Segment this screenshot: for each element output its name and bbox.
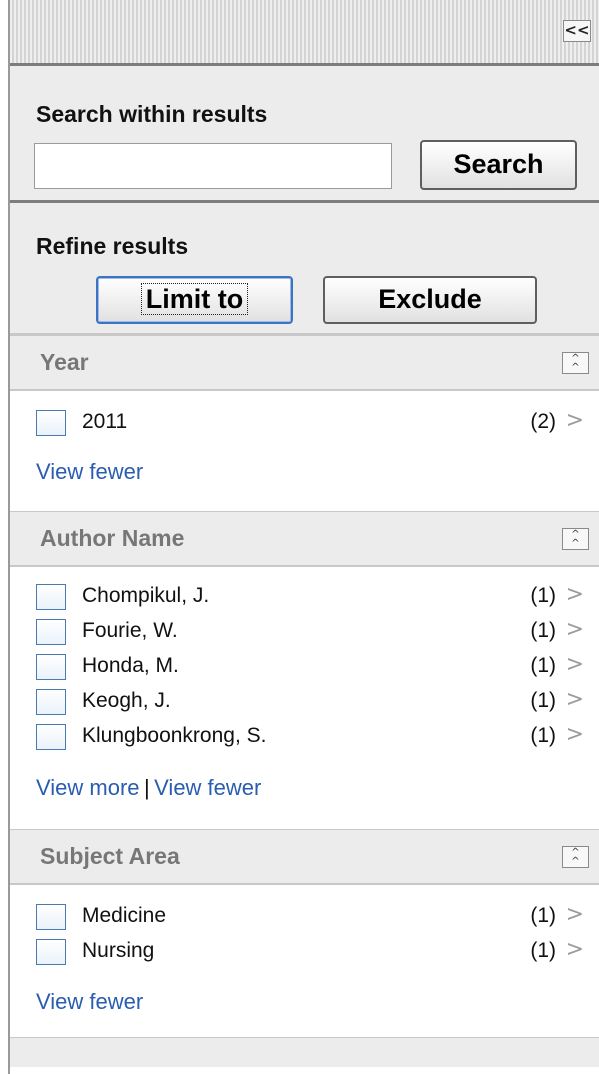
checkbox[interactable] [36, 410, 66, 436]
facet-item-label: Chompikul, J. [82, 584, 210, 607]
view-more-link[interactable]: View more [36, 775, 140, 800]
author-links: View more | View fewer [36, 775, 261, 801]
facet-item-label: Fourie, W. [82, 619, 178, 642]
view-fewer-link[interactable]: View fewer [154, 775, 261, 800]
facet-title-subject: Subject Area [40, 843, 180, 869]
facet-item-subject[interactable]: Nursing (1) > [36, 936, 586, 968]
search-within-title: Search within results [36, 101, 268, 127]
facet-item-2011[interactable]: 2011 (2) > [36, 407, 586, 439]
facet-item-label: 2011 [82, 410, 128, 433]
chevron-right-icon[interactable]: > [566, 408, 584, 433]
facet-item-count: (1) [530, 724, 556, 747]
checkbox[interactable] [36, 724, 66, 750]
checkbox[interactable] [36, 654, 66, 680]
collapse-panel-button[interactable]: << [563, 20, 591, 42]
chevron-right-icon[interactable]: > [566, 652, 584, 677]
facet-body-year: 2011 (2) > View fewer [10, 391, 599, 511]
refine-results-title: Refine results [36, 233, 189, 259]
search-button[interactable]: Search [420, 140, 577, 190]
checkbox[interactable] [36, 619, 66, 645]
checkbox[interactable] [36, 584, 66, 610]
facet-item-subject[interactable]: Medicine (1) > [36, 901, 586, 933]
facet-item-label: Keogh, J. [82, 689, 171, 712]
view-fewer-link[interactable]: View fewer [36, 989, 143, 1014]
link-separator: | [143, 775, 150, 800]
double-chevron-up-icon[interactable]: ^ ^ [562, 528, 589, 550]
facet-item-label: Medicine [82, 904, 167, 927]
search-within-input[interactable] [34, 143, 392, 189]
facet-body-subject: Medicine (1) > Nursing (1) > View fewer [10, 885, 599, 1037]
facet-item-label: Honda, M. [82, 654, 179, 677]
facet-item-author[interactable]: Fourie, W. (1) > [36, 616, 586, 648]
checkbox[interactable] [36, 904, 66, 930]
facet-item-author[interactable]: Chompikul, J. (1) > [36, 581, 586, 613]
double-chevron-up-icon[interactable]: ^ ^ [562, 846, 589, 868]
limit-to-button[interactable]: Limit to [96, 276, 293, 324]
refine-results-section: Refine results Limit to Exclude [10, 203, 599, 335]
checkbox[interactable] [36, 689, 66, 715]
facet-item-count: (2) [530, 410, 556, 433]
chevron-right-icon[interactable]: > [566, 722, 584, 747]
facet-item-label: Nursing [82, 939, 155, 962]
facet-body-author: Chompikul, J. (1) > Fourie, W. (1) > Hon… [10, 567, 599, 829]
chevron-right-icon[interactable]: > [566, 902, 584, 927]
facet-item-count: (1) [530, 689, 556, 712]
facet-header-subject: Subject Area ^ ^ [10, 829, 599, 885]
limit-to-label: Limit to [140, 283, 249, 315]
chevron-right-icon[interactable]: > [566, 687, 584, 712]
facet-title-author: Author Name [40, 525, 185, 551]
year-links: View fewer [36, 459, 143, 485]
subject-links: View fewer [36, 989, 143, 1015]
sidebar-topbar: << [10, 0, 599, 66]
facet-title-year: Year [40, 349, 89, 375]
search-within-section: Search within results Search [10, 66, 599, 203]
chevron-right-icon[interactable]: > [566, 937, 584, 962]
exclude-button[interactable]: Exclude [323, 276, 537, 324]
facet-item-count: (1) [530, 939, 556, 962]
double-chevron-up-icon[interactable]: ^ ^ [562, 352, 589, 374]
facet-item-count: (1) [530, 654, 556, 677]
facet-item-author[interactable]: Keogh, J. (1) > [36, 686, 586, 718]
next-facet-header [10, 1037, 599, 1067]
checkbox[interactable] [36, 939, 66, 965]
facet-header-author: Author Name ^ ^ [10, 511, 599, 567]
facet-item-count: (1) [530, 619, 556, 642]
facet-item-count: (1) [530, 904, 556, 927]
facet-header-year: Year ^ ^ [10, 335, 599, 391]
chevron-right-icon[interactable]: > [566, 582, 584, 607]
facet-item-author[interactable]: Klungboonkrong, S. (1) > [36, 721, 586, 753]
facet-item-count: (1) [530, 584, 556, 607]
refine-sidebar: << Search within results Search Refine r… [8, 0, 599, 1074]
chevron-right-icon[interactable]: > [566, 617, 584, 642]
view-fewer-link[interactable]: View fewer [36, 459, 143, 484]
facet-item-author[interactable]: Honda, M. (1) > [36, 651, 586, 683]
facet-item-label: Klungboonkrong, S. [82, 724, 267, 747]
